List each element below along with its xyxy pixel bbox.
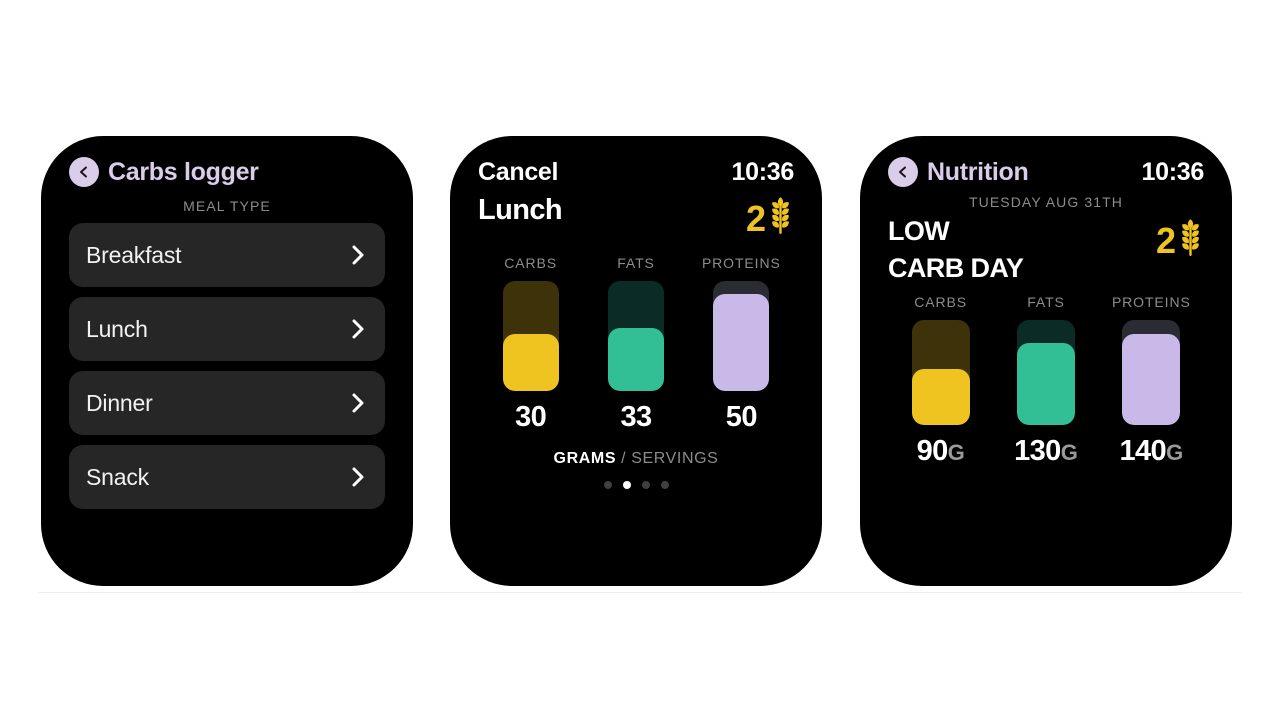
page-indicator — [478, 481, 794, 489]
header-carbs-logger: Carbs logger — [69, 136, 385, 188]
wheat-icon — [1177, 218, 1204, 263]
bar-track-fats[interactable] — [607, 281, 664, 391]
header-lunch-entry: Cancel 10:36 — [478, 136, 794, 188]
list-item-dinner[interactable]: Dinner — [69, 371, 385, 435]
screenshot-canvas: Carbs logger MEAL TYPE Breakfast Lunch D… — [0, 0, 1280, 720]
bar-track-carbs[interactable] — [911, 320, 970, 425]
watch-frame-nutrition: Nutrition 10:36 TUESDAY AUG 31TH LOW CAR… — [860, 136, 1232, 586]
units-option-grams[interactable]: GRAMS — [554, 450, 617, 467]
watch-frame-lunch-entry: Cancel 10:36 Lunch 2 CARBS FATS PROTEINS… — [450, 136, 822, 586]
wheat-icon — [767, 196, 794, 241]
date-label: TUESDAY AUG 31TH — [968, 194, 1123, 210]
macro-number-fats: 130 — [1014, 435, 1061, 467]
macro-value-row: 90G 130G 140G — [888, 435, 1204, 468]
macro-label-proteins: PROTEINS — [1111, 294, 1191, 310]
list-item-snack[interactable]: Snack — [69, 445, 385, 509]
macro-value-fats: 33 — [620, 401, 652, 433]
chevron-right-icon — [350, 318, 367, 340]
chevron-left-icon — [896, 165, 910, 179]
list-item-label: Dinner — [86, 389, 153, 416]
watch-frame-carbs-logger: Carbs logger MEAL TYPE Breakfast Lunch D… — [41, 136, 413, 586]
chevron-right-icon — [350, 392, 367, 414]
macro-value-proteins: 140G — [1099, 435, 1204, 468]
header-nutrition: Nutrition 10:36 — [888, 136, 1204, 188]
macro-label-fats: FATS — [617, 255, 655, 271]
list-item-lunch[interactable]: Lunch — [69, 297, 385, 361]
page-dot-4[interactable] — [660, 481, 669, 489]
bar-fill-proteins — [1122, 333, 1181, 425]
bar-fill-carbs — [911, 369, 970, 425]
units-option-servings[interactable]: SERVINGS — [631, 450, 718, 467]
carb-score-badge[interactable]: 2 — [746, 196, 794, 241]
macro-label-carbs: CARBS — [504, 255, 558, 271]
macro-label-row: CARBS FATS PROTEINS — [888, 294, 1204, 310]
list-item-breakfast[interactable]: Breakfast — [69, 223, 385, 287]
bar-track-proteins[interactable] — [1122, 320, 1181, 425]
macro-label-fats: FATS — [1027, 294, 1065, 310]
macro-unit-proteins: G — [1166, 440, 1184, 465]
chevron-left-icon — [77, 165, 91, 179]
meal-type-label: MEAL TYPE — [183, 198, 271, 214]
list-item-label: Breakfast — [86, 241, 182, 268]
list-item-label: Snack — [86, 463, 149, 490]
cancel-button[interactable]: Cancel — [478, 158, 558, 187]
bar-track-carbs[interactable] — [502, 281, 559, 391]
macro-label-row: CARBS FATS PROTEINS — [478, 255, 794, 271]
macro-label-proteins: PROTEINS — [701, 255, 781, 271]
carb-score-value: 2 — [745, 197, 766, 239]
status-time: 10:36 — [731, 157, 795, 186]
macro-unit-carbs: G — [947, 440, 965, 465]
status-time: 10:36 — [1141, 157, 1205, 186]
chevron-right-icon — [350, 244, 367, 266]
macro-number-proteins: 140 — [1119, 435, 1167, 467]
macro-value-fats: 130G — [993, 435, 1098, 468]
macro-value-proteins: 50 — [725, 401, 758, 433]
macro-value-carbs: 90G — [888, 435, 993, 468]
headline-stack: LOW CARB DAY — [888, 216, 1024, 283]
list-item-label: Lunch — [86, 315, 148, 342]
meal-type-list: Breakfast Lunch Dinner Snack — [69, 223, 385, 509]
units-separator: / — [621, 450, 627, 467]
page-title: Carbs logger — [108, 157, 259, 186]
macro-label-carbs: CARBS — [914, 294, 968, 310]
macro-unit-fats: G — [1060, 440, 1078, 465]
screen-nutrition: Nutrition 10:36 TUESDAY AUG 31TH LOW CAR… — [860, 136, 1232, 586]
chevron-right-icon — [350, 466, 367, 488]
page-dot-1[interactable] — [603, 481, 612, 489]
bar-fill-fats — [1016, 343, 1075, 425]
back-button[interactable] — [888, 157, 918, 187]
macro-value-carbs: 30 — [515, 401, 547, 433]
meal-title: Lunch — [478, 194, 563, 226]
bar-track-fats[interactable] — [1016, 320, 1075, 425]
carb-score-badge[interactable]: 2 — [1156, 218, 1204, 263]
macro-bar-chart — [888, 320, 1204, 425]
horizontal-divider — [38, 592, 1242, 593]
page-dot-3[interactable] — [641, 481, 650, 489]
macro-bar-chart — [478, 281, 794, 391]
nutrition-headline-row: LOW CARB DAY 2 — [888, 218, 1204, 282]
units-toggle[interactable]: GRAMS / SERVINGS — [478, 450, 794, 468]
page-dot-2[interactable] — [622, 481, 631, 489]
macro-value-row: 30 33 50 — [478, 401, 794, 434]
bar-fill-fats — [607, 328, 664, 391]
carb-score-value: 2 — [1155, 219, 1176, 261]
screen-lunch-entry: Cancel 10:36 Lunch 2 CARBS FATS PROTEINS… — [450, 136, 822, 586]
screen-carbs-logger: Carbs logger MEAL TYPE Breakfast Lunch D… — [41, 136, 413, 586]
page-title: Nutrition — [927, 157, 1029, 186]
lunch-title-row: Lunch 2 — [478, 196, 794, 241]
headline-line-2: CARB DAY — [888, 253, 1024, 283]
macro-number-carbs: 90 — [916, 435, 949, 467]
headline-line-1: LOW — [888, 216, 950, 246]
bar-fill-carbs — [502, 333, 559, 391]
bar-fill-proteins — [713, 294, 770, 391]
back-button[interactable] — [69, 157, 99, 187]
bar-track-proteins[interactable] — [713, 281, 770, 391]
